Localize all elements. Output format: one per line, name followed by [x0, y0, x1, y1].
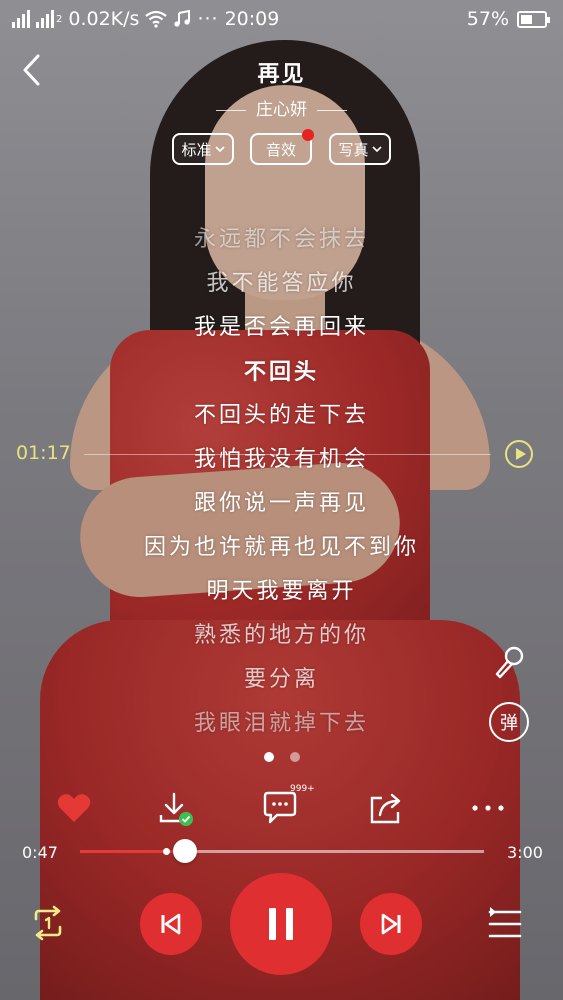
- mode-button[interactable]: 写真: [329, 133, 391, 165]
- lyric-line: 跟你说一声再见: [193, 491, 369, 516]
- status-bar: 2 0.02K/s ··· 20:09 57%: [0, 0, 563, 40]
- effects-button[interactable]: 音效: [250, 129, 314, 165]
- quality-label: 标准: [181, 140, 212, 159]
- playlist-icon[interactable]: [488, 906, 522, 942]
- danmaku-button[interactable]: 弹: [489, 702, 529, 742]
- total-time: 3:00: [507, 843, 543, 862]
- network-speed: 0.02K/s: [68, 8, 140, 30]
- next-button[interactable]: [360, 893, 422, 955]
- action-row: [0, 782, 563, 832]
- battery-icon: [517, 10, 550, 28]
- download-complete-icon: [179, 812, 193, 826]
- mic-icon[interactable]: [489, 642, 529, 682]
- lyric-line: 熟悉的地方的你: [193, 623, 369, 648]
- lyric-line: 我眼泪就掉下去: [193, 711, 369, 736]
- option-pills: 标准 音效 写真: [0, 129, 563, 167]
- next-icon: [381, 913, 401, 935]
- heart-icon: [57, 794, 91, 822]
- lyric-line: 因为也许就再也见不到你: [143, 535, 419, 560]
- lyric-line: 永远都不会抹去: [193, 227, 369, 252]
- comment-count-badge: 999+: [290, 784, 315, 794]
- more-icon: ···: [197, 8, 219, 30]
- lyric-seek-play-button[interactable]: [505, 440, 533, 468]
- like-button[interactable]: [52, 786, 96, 830]
- repeat-one-icon[interactable]: [28, 903, 68, 943]
- mode-label: 写真: [338, 140, 369, 159]
- previous-icon: [161, 913, 181, 935]
- share-button[interactable]: [364, 786, 408, 830]
- lyric-line: 明天我要离开: [206, 579, 357, 604]
- song-title: 再见: [257, 61, 306, 87]
- lyric-line-current: 不回头: [243, 359, 319, 385]
- battery-percent: 57%: [466, 8, 509, 30]
- signal-2-icon: [36, 10, 54, 28]
- lyrics-panel[interactable]: 永远都不会抹去 我不能答应你 我是否会再回来 不回头 不回头的走下去 我怕我没有…: [0, 218, 563, 746]
- wifi-icon: [145, 10, 168, 28]
- chevron-down-icon: [214, 146, 225, 153]
- more-icon: [472, 805, 504, 811]
- chevron-down-icon: [371, 146, 382, 153]
- page-dot-active: [263, 752, 274, 762]
- artist-name[interactable]: 庄心妍: [256, 100, 307, 120]
- lyric-line: 不回头的走下去: [193, 403, 369, 428]
- divider: [317, 109, 347, 111]
- music-note-icon: [174, 10, 191, 27]
- lyric-line: 要分离: [243, 667, 319, 692]
- signal-1-icon: [12, 10, 30, 28]
- lyric-line: 我怕我没有机会: [193, 447, 369, 472]
- share-icon: [370, 793, 401, 824]
- more-options-button[interactable]: [466, 786, 510, 830]
- effects-label: 音效: [265, 140, 296, 159]
- elapsed-time: 0:47: [22, 843, 58, 862]
- artist-line[interactable]: 庄心妍: [0, 95, 563, 120]
- previous-button[interactable]: [140, 893, 202, 955]
- lyric-line: 我是否会再回来: [193, 315, 369, 340]
- divider: [216, 109, 246, 111]
- pause-button[interactable]: [230, 873, 332, 975]
- page-indicator: [0, 752, 563, 762]
- quality-button[interactable]: 标准: [172, 133, 234, 165]
- pause-icon: [269, 908, 293, 940]
- sim2-label: 2: [56, 13, 63, 25]
- lyric-seek-line: [84, 454, 491, 455]
- new-dot: [302, 129, 314, 141]
- lyric-seek-time: 01:17: [16, 442, 71, 464]
- lyric-line: 我不能答应你: [206, 271, 357, 296]
- page-dot: [289, 752, 300, 762]
- danmaku-label: 弹: [500, 713, 518, 734]
- progress-bar[interactable]: [80, 839, 484, 863]
- comment-icon: [263, 791, 297, 824]
- status-time: 20:09: [224, 8, 280, 30]
